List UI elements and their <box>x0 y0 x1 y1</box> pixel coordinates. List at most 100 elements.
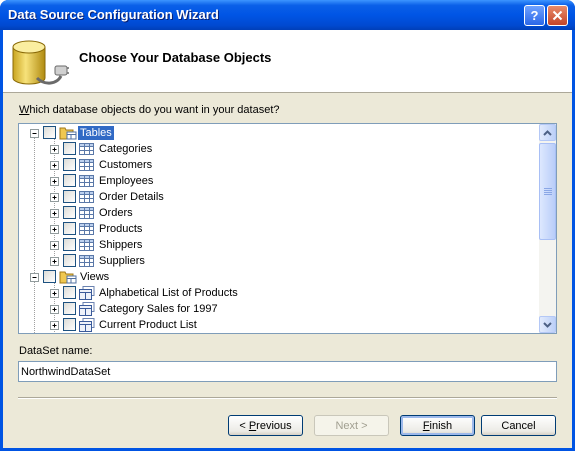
prompt-text: hich database objects do you want in you… <box>29 104 280 116</box>
include-checkbox[interactable] <box>63 158 76 171</box>
tree-item[interactable]: Category Sales for 1997 <box>19 301 539 317</box>
grip-line <box>544 192 552 193</box>
include-checkbox[interactable] <box>63 318 76 331</box>
help-button[interactable]: ? <box>524 5 545 26</box>
tree-group-tables[interactable]: Tables <box>19 125 539 141</box>
scroll-down-button[interactable] <box>539 316 556 333</box>
group-label: Tables <box>78 126 114 140</box>
expand-icon <box>52 227 57 232</box>
expand-icon <box>52 291 57 296</box>
include-checkbox[interactable] <box>43 126 56 139</box>
collapse-toggle[interactable] <box>30 273 39 282</box>
item-label: Order Details <box>99 191 164 203</box>
cancel-button[interactable]: Cancel <box>481 415 556 436</box>
tree-item[interactable]: Suppliers <box>19 253 539 269</box>
include-checkbox[interactable] <box>63 238 76 251</box>
include-checkbox[interactable] <box>63 190 76 203</box>
scroll-up-button[interactable] <box>539 124 556 141</box>
previous-prefix: < <box>239 419 249 432</box>
item-label: Current Product List <box>99 319 197 331</box>
chevron-up-icon <box>543 129 552 136</box>
question-mark-icon: ? <box>531 9 539 22</box>
prompt-accel: W <box>19 104 30 116</box>
tree-item[interactable]: Products <box>19 221 539 237</box>
close-icon <box>552 10 563 21</box>
item-label: Products <box>99 223 143 235</box>
group-label: Views <box>80 271 110 283</box>
expand-toggle[interactable] <box>50 321 59 330</box>
view-icon <box>79 302 95 316</box>
finish-accel: F <box>422 419 430 432</box>
dataset-name-input[interactable] <box>18 361 557 382</box>
scroll-thumb[interactable] <box>539 143 556 240</box>
previous-button[interactable]: < Previous <box>228 415 303 436</box>
expand-toggle[interactable] <box>50 145 59 154</box>
include-checkbox[interactable] <box>63 174 76 187</box>
item-label: Shippers <box>99 239 143 251</box>
objects-prompt: Which database objects do you want in yo… <box>19 104 280 116</box>
include-checkbox[interactable] <box>63 286 76 299</box>
finish-button[interactable]: Finish <box>400 415 475 436</box>
table-icon <box>79 207 94 219</box>
next-button[interactable]: Next > <box>314 415 389 436</box>
database-objects-tree[interactable]: Tables Categories Customers Employees Order … <box>18 123 557 334</box>
expand-icon <box>52 147 57 152</box>
title-bar[interactable]: Data Source Configuration Wizard ? <box>0 0 575 30</box>
include-checkbox[interactable] <box>63 302 76 315</box>
item-label: Category Sales for 1997 <box>99 303 218 315</box>
item-label: Suppliers <box>99 255 145 267</box>
grip-line <box>544 194 552 195</box>
tree-item[interactable]: Current Product List <box>19 317 539 333</box>
expand-toggle[interactable] <box>50 225 59 234</box>
item-label: Customers <box>99 159 153 171</box>
window-title: Data Source Configuration Wizard <box>8 7 219 22</box>
divider <box>18 397 557 399</box>
wizard-header: Choose Your Database Objects <box>3 30 572 93</box>
tree-item[interactable]: Customers <box>19 157 539 173</box>
tree-item[interactable]: Order Details <box>19 189 539 205</box>
expand-toggle[interactable] <box>50 161 59 170</box>
expand-icon <box>52 195 57 200</box>
view-icon <box>79 318 95 332</box>
expand-toggle[interactable] <box>50 209 59 218</box>
expand-toggle[interactable] <box>50 289 59 298</box>
collapse-icon <box>32 277 37 278</box>
chevron-down-icon <box>543 321 552 328</box>
expand-toggle[interactable] <box>50 177 59 186</box>
tree-group-views[interactable]: Views <box>19 269 539 285</box>
dialog-body: Choose Your Database Objects Which datab… <box>3 30 572 448</box>
close-button[interactable] <box>547 5 568 26</box>
expand-icon <box>52 259 57 264</box>
expand-toggle[interactable] <box>50 193 59 202</box>
include-checkbox[interactable] <box>43 270 56 283</box>
previous-rest: revious <box>256 419 292 432</box>
collapse-toggle[interactable] <box>30 129 39 138</box>
table-icon <box>79 255 94 267</box>
tree-vertical-scrollbar[interactable] <box>539 124 556 333</box>
svg-text:?: ? <box>531 9 539 22</box>
expand-icon <box>52 323 57 328</box>
expand-toggle[interactable] <box>50 241 59 250</box>
expand-icon <box>52 307 57 312</box>
tree-item[interactable]: Orders <box>19 205 539 221</box>
include-checkbox[interactable] <box>63 254 76 267</box>
item-label: Orders <box>99 207 133 219</box>
expand-toggle[interactable] <box>50 257 59 266</box>
expand-icon <box>52 163 57 168</box>
views-folder-icon <box>59 271 77 284</box>
tree-item[interactable]: Categories <box>19 141 539 157</box>
item-label: Alphabetical List of Products <box>99 287 238 299</box>
expand-icon <box>52 211 57 216</box>
database-plug-icon <box>12 40 69 85</box>
table-icon <box>79 191 94 203</box>
dataset-name-label: DataSet name: <box>19 345 93 357</box>
tree-item[interactable]: Employees <box>19 173 539 189</box>
collapse-icon <box>32 133 37 134</box>
table-icon <box>79 159 94 171</box>
tree-item[interactable]: Alphabetical List of Products <box>19 285 539 301</box>
include-checkbox[interactable] <box>63 206 76 219</box>
include-checkbox[interactable] <box>63 222 76 235</box>
tree-item[interactable]: Shippers <box>19 237 539 253</box>
expand-toggle[interactable] <box>50 305 59 314</box>
include-checkbox[interactable] <box>63 142 76 155</box>
